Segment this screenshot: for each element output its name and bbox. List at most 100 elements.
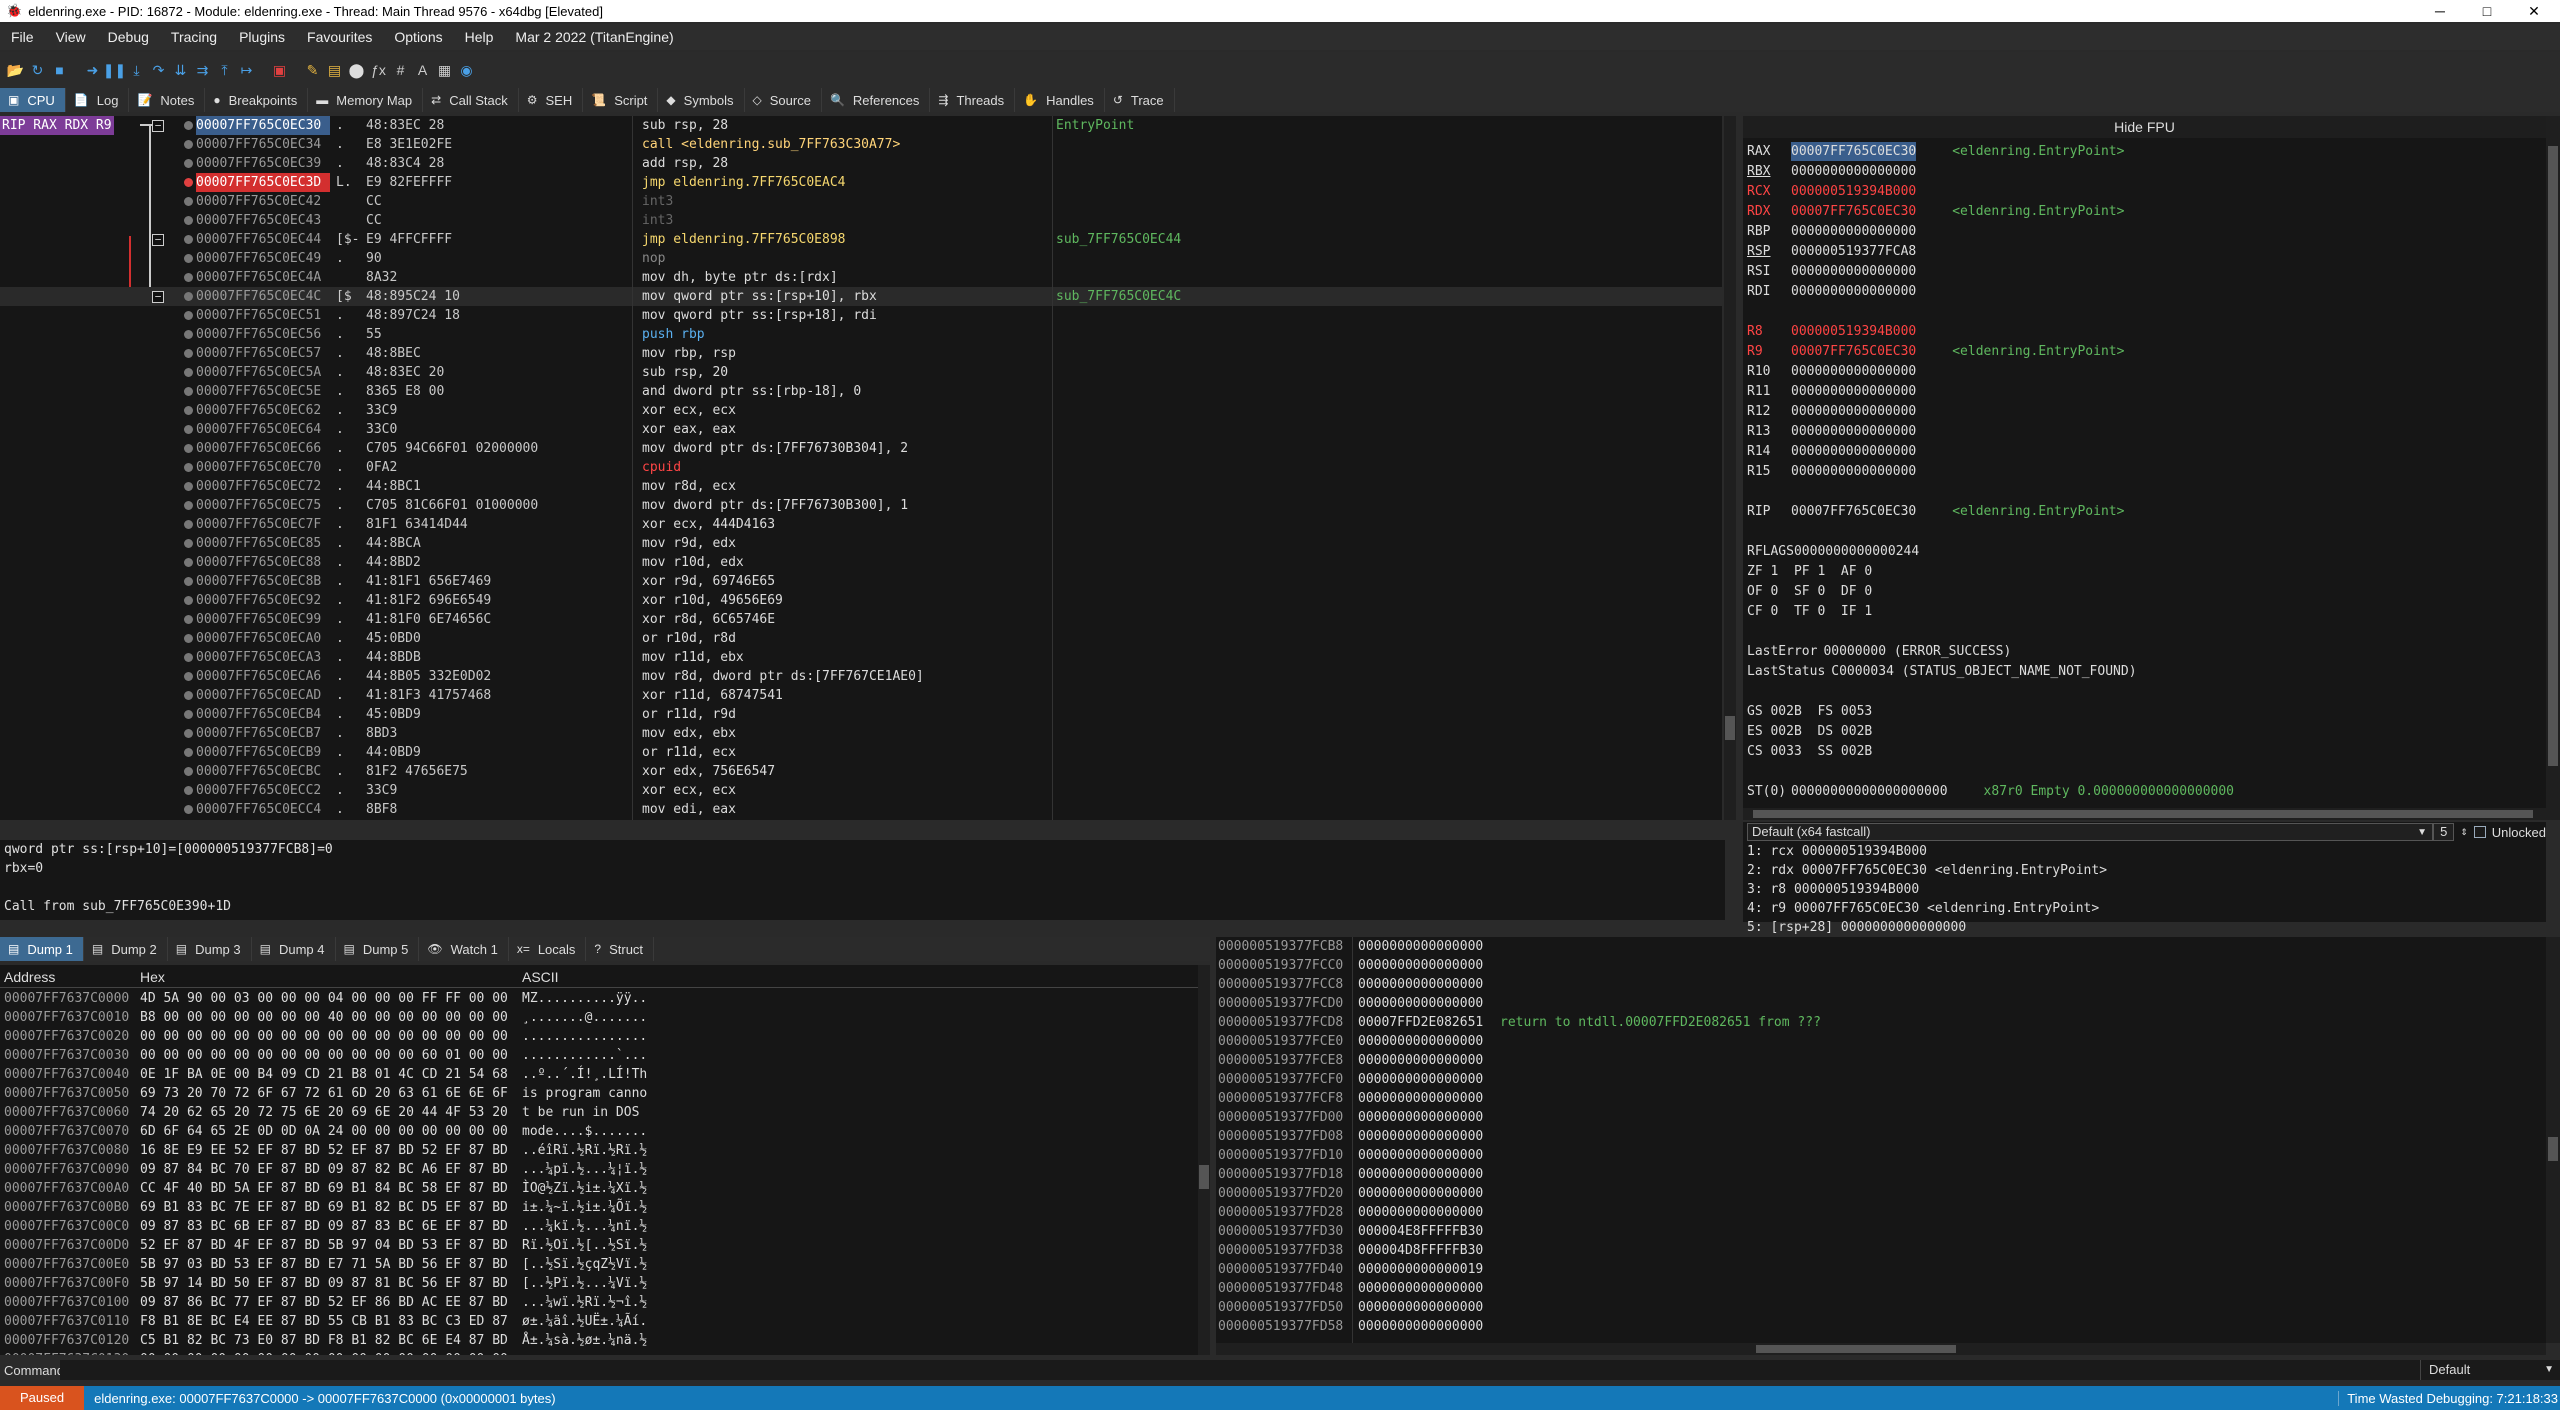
- tab-symbols[interactable]: ◆ Symbols: [658, 88, 745, 112]
- disasm-bytes[interactable]: 41:81F1 656E7469: [366, 572, 491, 591]
- disasm-instruction[interactable]: mov dword ptr ds:[7FF76730B304], 2: [642, 439, 908, 458]
- menu-mar-2-2022-titanengine-[interactable]: Mar 2 2022 (TitanEngine): [504, 29, 684, 45]
- register-row[interactable]: [1747, 622, 1827, 641]
- breakpoint-dot-icon[interactable]: [184, 406, 193, 415]
- stack-value[interactable]: 000004E8FFFFFB30: [1358, 1222, 1483, 1241]
- menu-options[interactable]: Options: [383, 29, 453, 45]
- execute-till-return-icon[interactable]: ⤒: [215, 61, 234, 80]
- disasm-bytes[interactable]: 33C0: [366, 420, 397, 439]
- disasm-bytes[interactable]: 8BD3: [366, 724, 397, 743]
- dump-hex[interactable]: 00 00 00 00 00 00 00 00 00 00 00 00 00 0…: [140, 1350, 508, 1355]
- disasm-row[interactable]: 00007FF765C0EC62. 33C9 xor ecx, ecx: [0, 401, 1722, 420]
- step-over-icon[interactable]: ↷: [149, 61, 168, 80]
- dump-address[interactable]: 00007FF7637C0130: [4, 1350, 129, 1355]
- disasm-bytes[interactable]: 44:8BD2: [366, 553, 421, 572]
- disasm-row[interactable]: − 00007FF765C0EC44 [$- E9 4FFCFFFF jmp elden…: [0, 230, 1722, 249]
- menu-tracing[interactable]: Tracing: [160, 29, 228, 45]
- register-row[interactable]: RAX 00007FF765C0EC30 <eldenring.EntryPoint…: [1747, 142, 2124, 161]
- menu-plugins[interactable]: Plugins: [228, 29, 296, 45]
- disasm-bytes[interactable]: 44:0BD9: [366, 743, 421, 762]
- register-value[interactable]: 0000000000000000: [1791, 262, 1916, 281]
- stack-value[interactable]: 0000000000000019: [1358, 1260, 1483, 1279]
- menu-view[interactable]: View: [45, 29, 97, 45]
- disasm-instruction[interactable]: mov r8d, ecx: [642, 477, 736, 496]
- breakpoint-dot-icon[interactable]: [184, 178, 193, 187]
- tab-notes[interactable]: 📝 Notes: [129, 88, 206, 112]
- stack-value[interactable]: 0000000000000000: [1358, 956, 1483, 975]
- breakpoint-dot-icon[interactable]: [184, 254, 193, 263]
- stack-value[interactable]: 000004D8FFFFFB30: [1358, 1241, 1483, 1260]
- stack-address[interactable]: 000000519377FD20: [1218, 1184, 1343, 1203]
- dump-ascii[interactable]: ...¼kï.½...¼nï.½: [522, 1217, 647, 1236]
- disasm-row[interactable]: 00007FF765C0ECB4. 45:0BD9 or r11d, r9d: [0, 705, 1722, 724]
- breakpoint-dot-icon[interactable]: [184, 235, 193, 244]
- menu-help[interactable]: Help: [454, 29, 505, 45]
- register-value[interactable]: 00000000000000000000: [1791, 782, 1948, 801]
- breakpoint-dot-icon[interactable]: [184, 539, 193, 548]
- dump-row[interactable]: 00007FF7637C0000 4D 5A 90 00 03 00 00 00 …: [0, 989, 1210, 1008]
- dump-address[interactable]: 00007FF7637C0010: [4, 1008, 129, 1027]
- pause-icon[interactable]: ❚❚: [103, 61, 126, 80]
- disasm-address[interactable]: 00007FF765C0EC44: [196, 230, 330, 249]
- disasm-instruction[interactable]: xor r9d, 69746E65: [642, 572, 775, 591]
- register-row[interactable]: RBX 0000000000000000: [1747, 162, 1952, 181]
- register-row[interactable]: R11 0000000000000000: [1747, 382, 1952, 401]
- tab-handles[interactable]: ✋ Handles: [1015, 88, 1105, 112]
- stack-address[interactable]: 000000519377FCF8: [1218, 1089, 1343, 1108]
- disasm-comment[interactable]: EntryPoint: [1056, 116, 1134, 135]
- stack-row[interactable]: 000000519377FD40 0000000000000019: [1216, 1260, 2546, 1279]
- step-into-icon[interactable]: ⤓: [127, 61, 146, 80]
- disasm-address[interactable]: 00007FF765C0EC34: [196, 135, 330, 154]
- command-input[interactable]: [60, 1360, 2420, 1380]
- dump-row[interactable]: 00007FF7637C0070 6D 6F 64 65 2E 0D 0D 0A …: [0, 1122, 1210, 1141]
- register-row[interactable]: RIP 00007FF765C0EC30 <eldenring.EntryPoint…: [1747, 502, 2124, 521]
- dump-ascii[interactable]: ............`...: [522, 1046, 647, 1065]
- stack-address[interactable]: 000000519377FD28: [1218, 1203, 1343, 1222]
- stack-address[interactable]: 000000519377FCC8: [1218, 975, 1343, 994]
- disasm-bytes[interactable]: 45:0BD0: [366, 629, 421, 648]
- disasm-bytes[interactable]: 8365 E8 00: [366, 382, 444, 401]
- tab-dump-2[interactable]: ▤ Dump 2: [84, 937, 168, 961]
- stack-row[interactable]: 000000519377FCB8 0000000000000000: [1216, 937, 2546, 956]
- register-value[interactable]: 0000000000000000: [1791, 282, 1916, 301]
- register-row[interactable]: GS 002B FS 0053: [1747, 702, 1914, 721]
- dump-ascii[interactable]: t be run in DOS: [522, 1103, 647, 1122]
- stack-scroll-thumb[interactable]: [2548, 1137, 2558, 1161]
- breakpoint-dot-icon[interactable]: [184, 197, 193, 206]
- stack-value[interactable]: 0000000000000000: [1358, 1317, 1483, 1336]
- disasm-instruction[interactable]: add rsp, 28: [642, 154, 728, 173]
- breakpoint-dot-icon[interactable]: [184, 577, 193, 586]
- dump-row[interactable]: 00007FF7637C0130 00 00 00 00 00 00 00 00 …: [0, 1350, 1210, 1355]
- register-value[interactable]: 0000000000000000: [1791, 422, 1916, 441]
- stack-row[interactable]: 000000519377FD18 0000000000000000: [1216, 1165, 2546, 1184]
- dump-hex[interactable]: 09 87 84 BC 70 EF 87 BD 09 87 82 BC A6 E…: [140, 1160, 508, 1179]
- stack-row[interactable]: 000000519377FD08 0000000000000000: [1216, 1127, 2546, 1146]
- disasm-address[interactable]: 00007FF765C0ECA0: [196, 629, 330, 648]
- dump-view[interactable]: Address Hex ASCII 00007FF7637C0000 4D 5A …: [0, 965, 1210, 1355]
- breakpoint-dot-icon[interactable]: [184, 273, 193, 282]
- disasm-address[interactable]: 00007FF765C0ECB4: [196, 705, 330, 724]
- dump-hex[interactable]: 6D 6F 64 65 2E 0D 0D 0A 24 00 00 00 00 0…: [140, 1122, 508, 1141]
- stack-address[interactable]: 000000519377FD18: [1218, 1165, 1343, 1184]
- dump-row[interactable]: 00007FF7637C0010 B8 00 00 00 00 00 00 00 …: [0, 1008, 1210, 1027]
- register-row[interactable]: CS 0033 SS 002B: [1747, 742, 1914, 761]
- stack-value[interactable]: 0000000000000000: [1358, 994, 1483, 1013]
- breakpoint-dot-icon[interactable]: [184, 121, 193, 130]
- breakpoint-dot-icon[interactable]: [184, 159, 193, 168]
- disasm-bytes[interactable]: 41:81F2 696E6549: [366, 591, 491, 610]
- register-value[interactable]: 0000000000000000: [1791, 442, 1916, 461]
- stack-row[interactable]: 000000519377FCC0 0000000000000000: [1216, 956, 2546, 975]
- stack-row[interactable]: 000000519377FCE0 0000000000000000: [1216, 1032, 2546, 1051]
- disasm-bytes[interactable]: 48:897C24 18: [366, 306, 460, 325]
- stack-row[interactable]: 000000519377FD48 0000000000000000: [1216, 1279, 2546, 1298]
- breakpoint-dot-icon[interactable]: [184, 653, 193, 662]
- dump-address[interactable]: 00007FF7637C00A0: [4, 1179, 129, 1198]
- disasm-row[interactable]: 00007FF765C0EC57. 48:8BEC mov rbp, rsp: [0, 344, 1722, 363]
- stack-row[interactable]: 000000519377FCD8 00007FFD2E082651 return t…: [1216, 1013, 2546, 1032]
- disassembly-scrollbar[interactable]: [1724, 116, 1736, 820]
- dump-row[interactable]: 00007FF7637C0020 00 00 00 00 00 00 00 00 …: [0, 1027, 1210, 1046]
- dump-ascii[interactable]: [..½Pï.½...¼Vï.½: [522, 1274, 647, 1293]
- dump-address[interactable]: 00007FF7637C0060: [4, 1103, 129, 1122]
- dump-hex[interactable]: 69 73 20 70 72 6F 67 72 61 6D 20 63 61 6…: [140, 1084, 508, 1103]
- stack-address[interactable]: 000000519377FD00: [1218, 1108, 1343, 1127]
